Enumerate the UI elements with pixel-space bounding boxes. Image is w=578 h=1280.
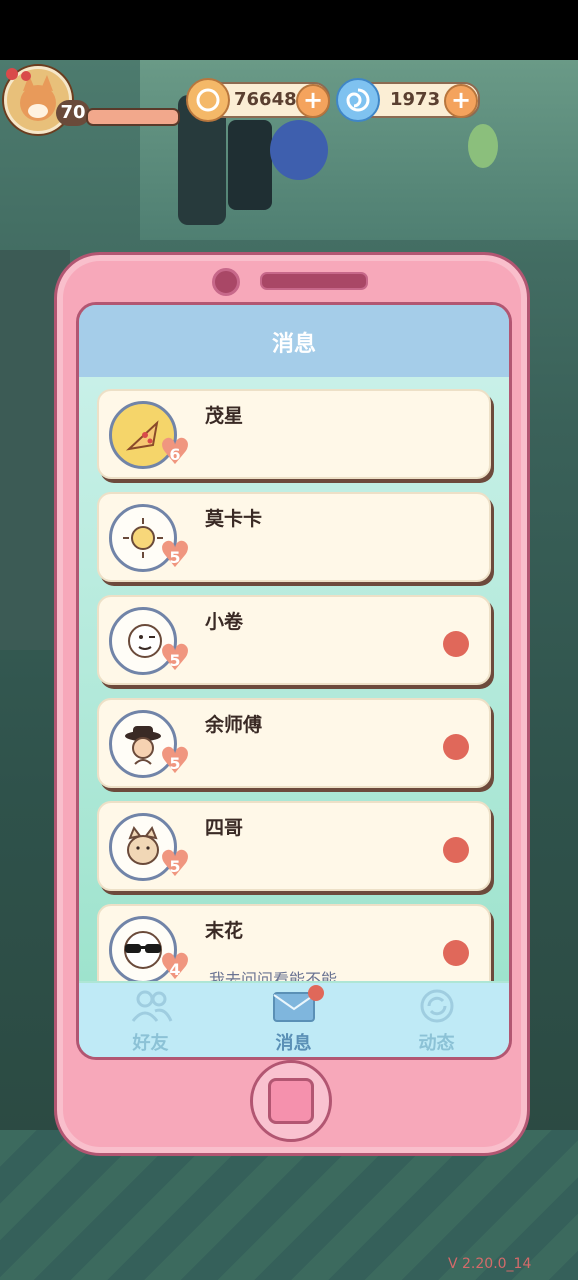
friends-icon (131, 990, 172, 1022)
tab-bar: 好友 消息 动态 (79, 983, 509, 1057)
screen-title: 消息 (79, 305, 509, 377)
contact-name: 茂星 (205, 405, 244, 427)
tab-messages[interactable]: 消息 (222, 983, 365, 1057)
contact-name: 莫卡卡 (205, 508, 263, 530)
speaker-grill (260, 272, 368, 290)
add-coins-button[interactable]: + (296, 84, 330, 118)
contact-name: 余师傅 (205, 714, 263, 736)
tab-notification-badge (308, 985, 324, 1001)
gem-amount: 1973 (390, 89, 441, 110)
contact-name: 末花 (205, 920, 244, 942)
heart-level: 5 (169, 754, 181, 773)
message-item[interactable]: ♥ 5 莫卡卡 (97, 492, 491, 582)
tab-label: 好友 (132, 1033, 169, 1054)
version-label: V 2.20.0_14 (448, 1256, 532, 1272)
message-item[interactable]: ♥ 5 余师傅 (97, 698, 491, 788)
tab-feed[interactable]: 动态 (365, 983, 508, 1057)
message-preview: 我去问问看能不能... (209, 970, 353, 981)
home-square-icon (268, 1078, 314, 1124)
player-level: 70 (56, 100, 90, 126)
unread-dot (443, 734, 469, 760)
tab-label: 消息 (275, 1033, 312, 1054)
heart-level: 4 (169, 960, 181, 979)
camera-icon (212, 268, 240, 296)
plant-pot (228, 120, 272, 210)
heart-level: 6 (169, 445, 181, 464)
message-item[interactable]: ♥ 4 末花 我去问问看能不能... (97, 904, 491, 981)
message-list[interactable]: ♥ 6 茂星 ♥ 5 莫卡卡 ♥ 5 小卷 ♥ 5 余师傅 ♥ 5 四哥 ♥ 4… (79, 377, 509, 981)
status-bar (0, 0, 578, 60)
tab-friends[interactable]: 好友 (79, 983, 222, 1057)
phone-screen: 消息 ♥ 6 茂星 ♥ 5 莫卡卡 ♥ 5 小卷 ♥ 5 余师傅 ♥ 5 四哥 … (76, 302, 512, 1060)
rose-icon (6, 68, 31, 81)
contact-name: 四哥 (205, 817, 244, 839)
unread-dot (443, 837, 469, 863)
refresh-badge-icon (420, 989, 453, 1023)
heart-level: 5 (169, 857, 181, 876)
unread-dot (443, 940, 469, 966)
add-gems-button[interactable]: + (444, 84, 478, 118)
coin-icon (186, 78, 230, 122)
tab-label: 动态 (418, 1033, 455, 1054)
coin-amount: 76648 (234, 89, 297, 110)
heart-level: 5 (169, 651, 181, 670)
message-item[interactable]: ♥ 5 小卷 (97, 595, 491, 685)
heart-level: 5 (169, 548, 181, 567)
blue-flower-plant (270, 120, 328, 180)
contact-name: 小卷 (205, 611, 244, 633)
unread-dot (443, 631, 469, 657)
parrot-decoration (468, 124, 498, 168)
message-item[interactable]: ♥ 5 四哥 (97, 801, 491, 891)
spiral-gem-icon (336, 78, 380, 122)
message-item[interactable]: ♥ 6 茂星 (97, 389, 491, 479)
xp-bar (86, 108, 180, 126)
